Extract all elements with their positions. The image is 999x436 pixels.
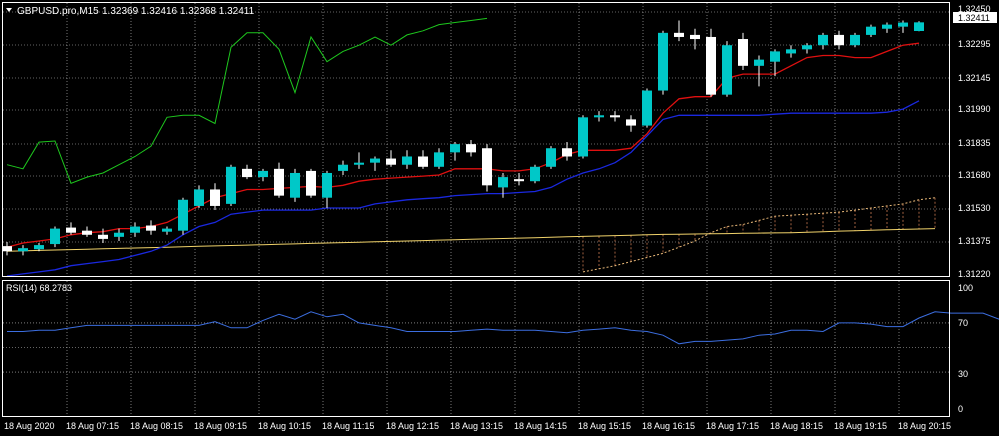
- candle-body: [18, 248, 28, 252]
- candle-body: [674, 32, 684, 37]
- candle-body: [866, 26, 876, 35]
- current-price-label: 1.32411: [958, 13, 990, 23]
- candle-body: [242, 168, 252, 178]
- rsi-level-label: 70: [958, 318, 968, 328]
- time-label: 18 Aug 08:15: [130, 421, 183, 431]
- candle-body: [418, 156, 428, 167]
- candle-body: [482, 148, 492, 186]
- candle-body: [114, 232, 124, 237]
- candle-body: [338, 164, 348, 171]
- candle-body: [210, 189, 220, 206]
- time-label: 18 Aug 10:15: [258, 421, 311, 431]
- time-label: 18 Aug 11:15: [322, 421, 374, 431]
- candle-body: [770, 51, 780, 62]
- time-axis[interactable]: 18 Aug 2020 18 Aug 07:15 18 Aug 08:15 18…: [4, 421, 951, 431]
- time-label: 18 Aug 19:15: [834, 421, 887, 431]
- candle-body: [818, 34, 828, 46]
- candle-body: [578, 117, 588, 157]
- chart-background: [0, 0, 999, 436]
- price-label: 1.31375: [958, 236, 991, 246]
- candle-body: [274, 168, 284, 196]
- time-label: 18 Aug 2020: [4, 421, 55, 431]
- time-label: 18 Aug 07:15: [66, 421, 119, 431]
- price-label: 1.32145: [958, 73, 991, 83]
- candle-body: [738, 39, 748, 66]
- candle-body: [194, 189, 204, 206]
- candle-body: [178, 199, 188, 231]
- candle-body: [530, 166, 540, 182]
- symbol-timeframe: GBPUSD.pro,M15: [17, 6, 99, 17]
- candle-body: [258, 170, 268, 178]
- candle-body: [466, 144, 476, 153]
- candle-body: [98, 234, 108, 239]
- time-label: 18 Aug 12:15: [386, 421, 439, 431]
- candle-body: [386, 158, 396, 165]
- time-label: 18 Aug 18:15: [770, 421, 823, 431]
- candle-body: [50, 228, 60, 245]
- price-label: 1.31990: [958, 104, 991, 114]
- candle-body: [322, 172, 332, 198]
- candle-body: [834, 34, 844, 46]
- time-label: 18 Aug 16:15: [642, 421, 695, 431]
- candle-body: [34, 245, 44, 250]
- trading-chart[interactable]: GBPUSD.pro,M15 1.32369 1.32416 1.32368 1…: [0, 0, 999, 436]
- candle-body: [562, 148, 572, 157]
- candle-body: [722, 45, 732, 95]
- candle-body: [434, 152, 444, 167]
- time-label: 18 Aug 13:15: [450, 421, 503, 431]
- candle-body: [546, 148, 556, 167]
- candle-body: [626, 119, 636, 126]
- candle-body: [850, 34, 860, 46]
- time-label: 18 Aug 09:15: [194, 421, 247, 431]
- candle-body: [82, 230, 92, 235]
- candle-body: [898, 22, 908, 27]
- candle-body: [370, 158, 380, 163]
- candle-body: [754, 59, 764, 66]
- candle-body: [914, 22, 924, 31]
- candle-body: [450, 144, 460, 153]
- price-label: 1.32295: [958, 39, 991, 49]
- candle-body: [66, 227, 76, 233]
- time-label: 18 Aug 20:15: [898, 421, 951, 431]
- candle-body: [290, 172, 300, 198]
- candle-body: [610, 115, 620, 118]
- candle-body: [786, 49, 796, 54]
- candle-body: [882, 24, 892, 29]
- candle-body: [226, 166, 236, 204]
- time-label: 18 Aug 17:15: [706, 421, 759, 431]
- candle-body: [146, 225, 156, 231]
- candle-body: [594, 115, 604, 118]
- price-axis[interactable]: 1.32450 1.32295 1.32145 1.31990 1.31835 …: [953, 4, 997, 279]
- candle-body: [130, 226, 140, 233]
- price-label: 1.31835: [958, 138, 991, 148]
- candle-body: [802, 45, 812, 50]
- candle-body: [690, 34, 700, 40]
- candle-body: [642, 90, 652, 126]
- candle-body: [354, 162, 364, 165]
- candle-body: [306, 170, 316, 196]
- ohlc-readout: 1.32369 1.32416 1.32368 1.32411: [102, 6, 255, 17]
- price-label: 1.31220: [958, 269, 991, 279]
- candle-body: [706, 36, 716, 95]
- rsi-level-label: 100: [958, 283, 973, 293]
- candle-body: [498, 177, 508, 188]
- candle-body: [514, 179, 524, 182]
- rsi-level-label: 30: [958, 369, 968, 379]
- price-label: 1.31680: [958, 170, 991, 180]
- candle-body: [658, 32, 668, 91]
- candle-body: [2, 246, 12, 252]
- price-label: 1.31530: [958, 203, 991, 213]
- time-label: 18 Aug 15:15: [578, 421, 631, 431]
- candle-body: [162, 228, 172, 232]
- time-label: 18 Aug 14:15: [514, 421, 567, 431]
- rsi-level-label: 0: [958, 404, 963, 414]
- rsi-label: RSI(14) 68.2783: [6, 283, 72, 293]
- candle-body: [402, 156, 412, 165]
